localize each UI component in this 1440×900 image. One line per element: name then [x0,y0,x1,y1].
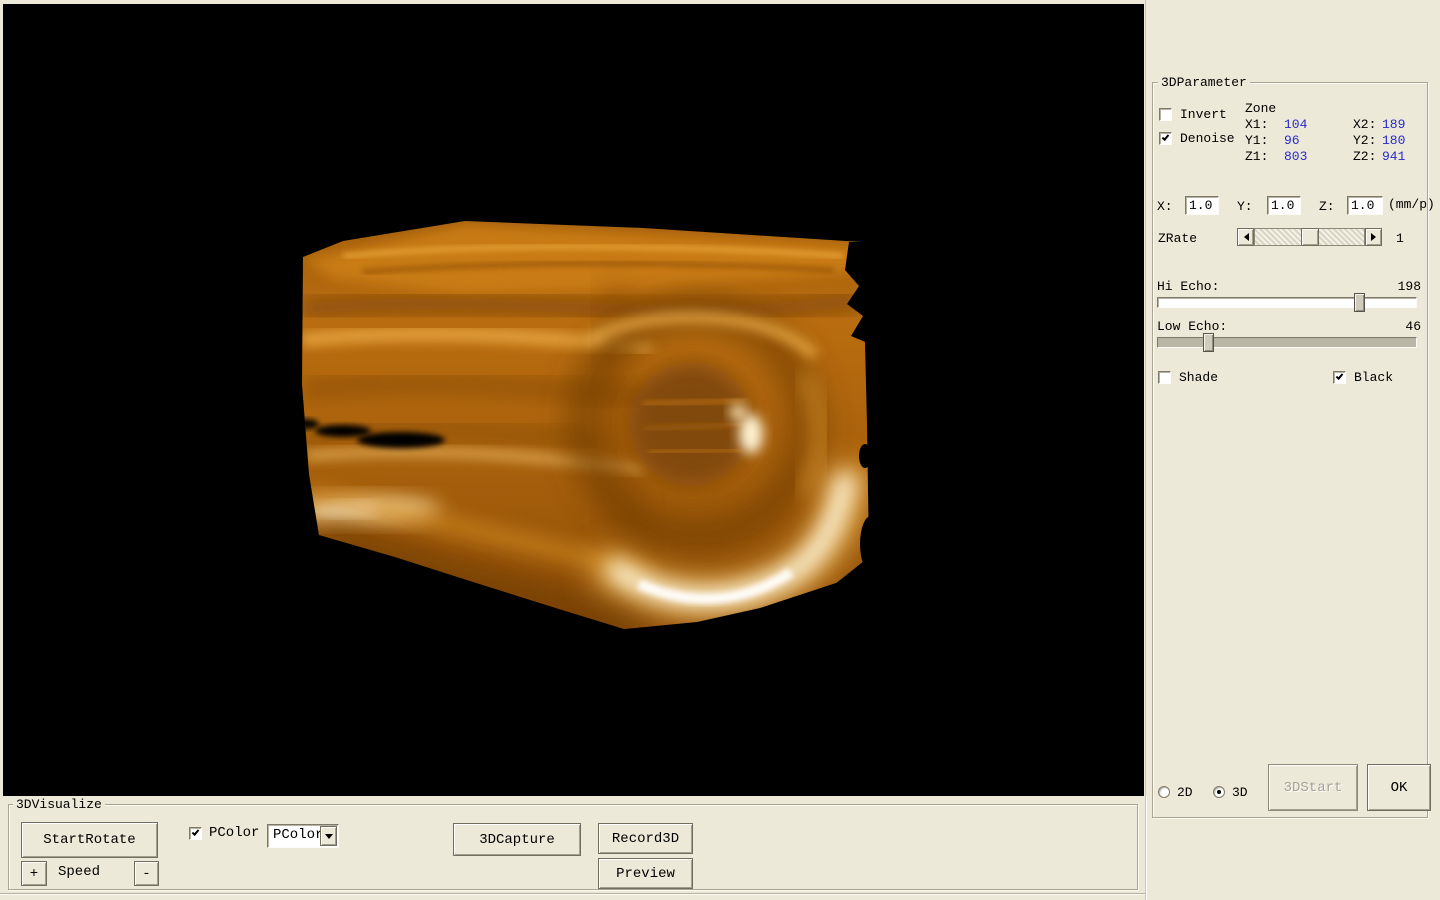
x-scale-label: X: [1157,199,1173,214]
invert-label: Invert [1180,107,1227,122]
zone-z1-label: Z1: [1245,149,1268,164]
start-3d-button[interactable]: 3DStart [1268,764,1358,811]
scale-unit-label: (mm/p) [1388,197,1435,212]
ok-button[interactable]: OK [1367,764,1431,811]
parameter-groupbox: 3DParameter Invert Denoise Zone X1: 104 … [1152,82,1428,818]
volume-render[interactable] [3,4,1144,796]
zone-z1-value: 803 [1284,149,1307,164]
zone-z2-value: 941 [1382,149,1405,164]
radio-dot-icon [1217,790,1221,794]
panel-divider-highlight [1146,796,1147,900]
speed-plus-button[interactable]: + [21,861,47,886]
invert-checkbox[interactable] [1159,108,1172,121]
pcolor-label: PColor [209,826,259,841]
denoise-label: Denoise [1180,131,1235,146]
zone-x2-label: X2: [1353,117,1376,132]
black-checkbox[interactable] [1333,371,1346,384]
shade-checkbox[interactable] [1158,371,1171,384]
zone-title: Zone [1245,101,1276,116]
zone-x2-value: 189 [1382,117,1405,132]
pcolor-dropdown-value: PColor [273,827,323,843]
zrate-scroll-left-button[interactable] [1237,228,1254,246]
mode-2d-radio[interactable] [1158,786,1170,798]
low-echo-slider-thumb[interactable] [1203,333,1214,352]
zone-x1-label: X1: [1245,117,1268,132]
panel-divider [1145,0,1146,900]
low-echo-label: Low Echo: [1157,319,1227,334]
pcolor-checkbox[interactable] [189,827,202,840]
y-scale-input[interactable] [1267,196,1301,215]
z-scale-label: Z: [1319,199,1335,214]
hi-echo-slider-thumb[interactable] [1354,293,1365,312]
z-scale-input[interactable] [1347,196,1383,215]
visualize-group-title: 3DVisualize [13,797,105,812]
check-icon [1336,372,1344,380]
shade-label: Shade [1179,370,1218,385]
pcolor-dropdown[interactable]: PColor [267,824,339,848]
zone-z2-label: Z2: [1353,149,1376,164]
zone-y2-label: Y2: [1353,133,1376,148]
y-scale-label: Y: [1237,199,1253,214]
zrate-scroll-right-button[interactable] [1365,228,1382,246]
pcolor-dropdown-button[interactable] [320,826,337,846]
check-icon [192,828,200,836]
hi-echo-value: 198 [1389,279,1421,294]
hi-echo-slider-track[interactable] [1157,297,1417,308]
low-echo-slider-track[interactable] [1157,337,1417,348]
parameter-group-title: 3DParameter [1158,75,1250,90]
visualize-groupbox: 3DVisualize StartRotate PColor PColor + … [8,804,1138,890]
zrate-label: ZRate [1158,231,1197,246]
arrow-right-icon [1371,233,1380,241]
render-viewport[interactable] [3,4,1144,796]
mode-3d-label: 3D [1232,785,1248,800]
check-icon [1162,133,1170,141]
zone-x1-value: 104 [1284,117,1307,132]
mode-2d-label: 2D [1177,785,1193,800]
speed-label: Speed [58,865,100,880]
dropdown-arrow-icon [325,834,333,843]
zone-y1-value: 96 [1284,133,1300,148]
zrate-scrollbar[interactable] [1237,228,1382,246]
zone-y2-value: 180 [1382,133,1405,148]
mode-3d-radio[interactable] [1213,786,1225,798]
preview-button[interactable]: Preview [598,858,693,889]
zone-y1-label: Y1: [1245,133,1268,148]
denoise-checkbox[interactable] [1159,132,1172,145]
hi-echo-label: Hi Echo: [1157,279,1219,294]
x-scale-input[interactable] [1185,196,1219,215]
zrate-value: 1 [1396,231,1404,246]
start-rotate-button[interactable]: StartRotate [21,822,158,858]
arrow-left-icon [1240,233,1249,241]
capture-3d-button[interactable]: 3DCapture [453,823,581,856]
low-echo-value: 46 [1389,319,1421,334]
record-3d-button[interactable]: Record3D [598,823,693,854]
black-label: Black [1354,370,1393,385]
zrate-scrollbar-thumb[interactable] [1301,228,1319,246]
speed-minus-button[interactable]: - [134,861,159,886]
bottom-edge-highlight [0,894,1145,895]
